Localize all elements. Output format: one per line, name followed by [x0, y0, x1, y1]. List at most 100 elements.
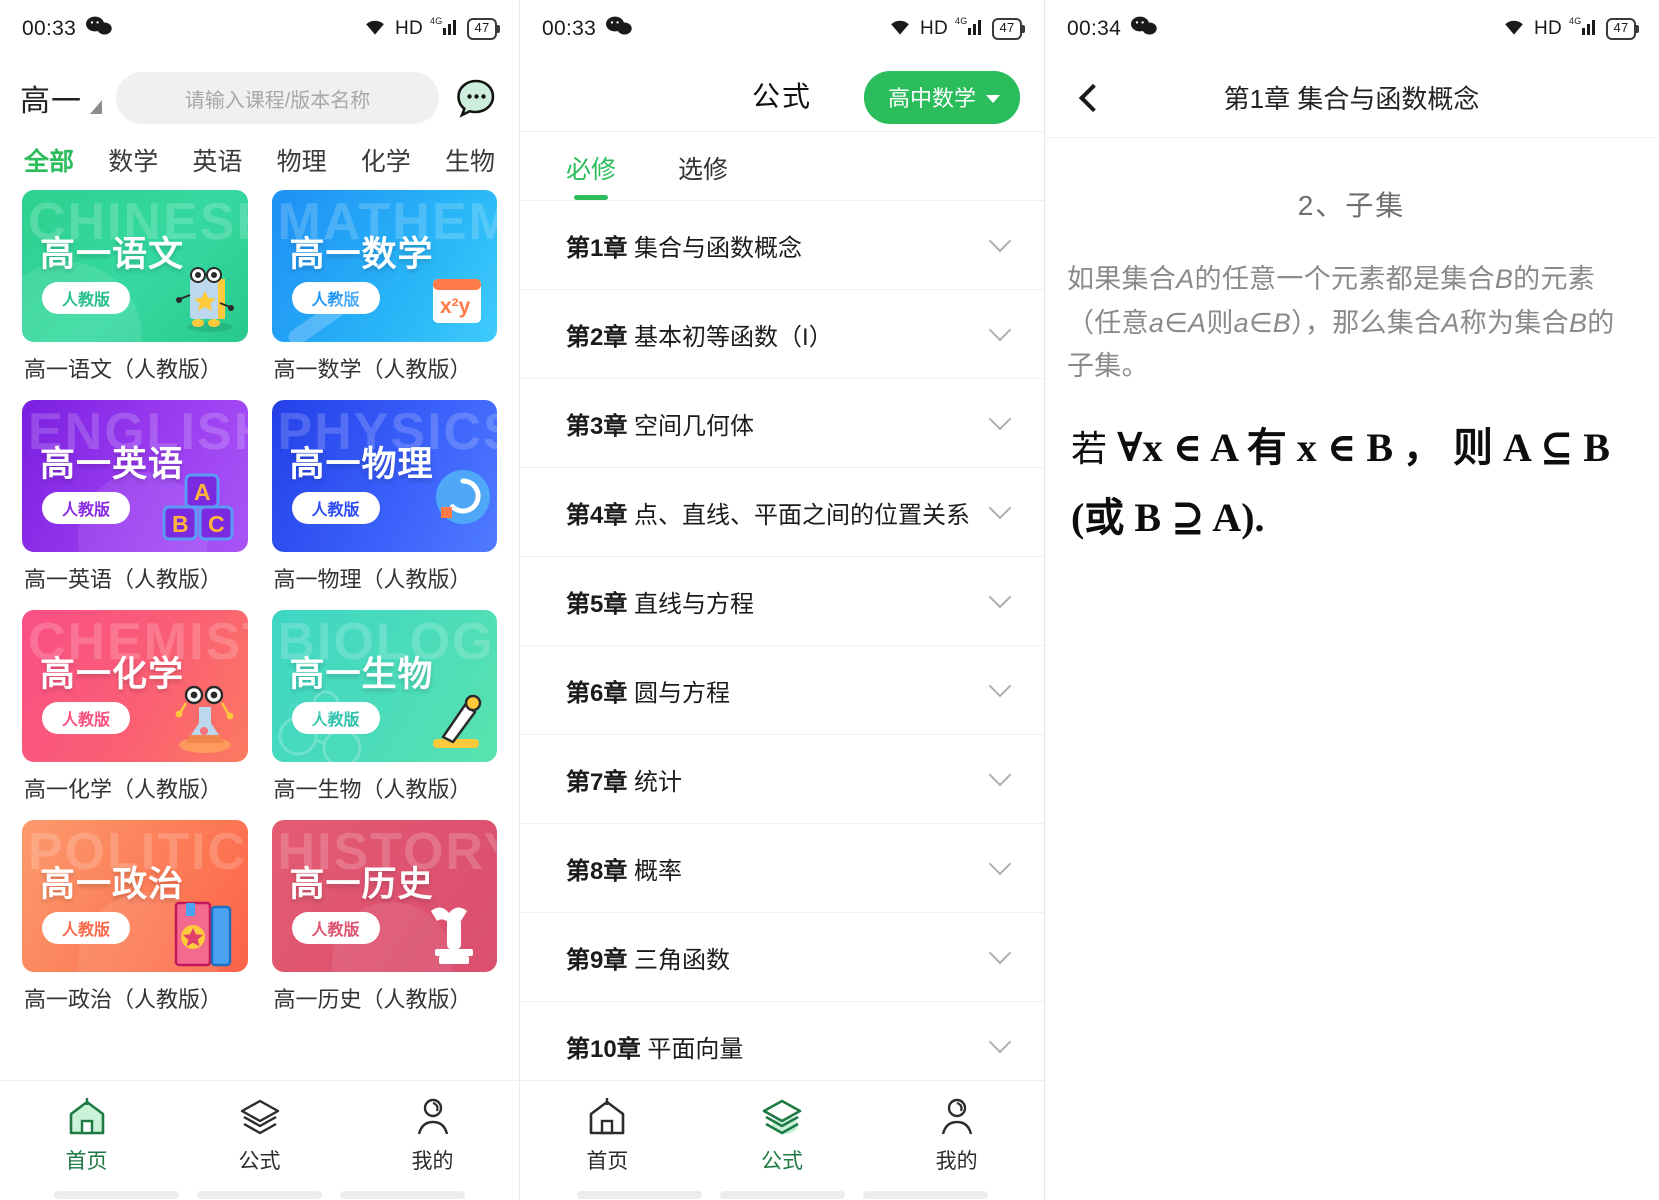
- status-bar-home: 00:33 HD 4G 47: [0, 0, 519, 58]
- nav-label: 首页: [65, 1150, 108, 1173]
- subject-tab-chemistry[interactable]: 化学: [361, 142, 411, 178]
- signal-icon: 4G: [430, 15, 460, 43]
- chat-bubble-icon[interactable]: [453, 75, 499, 121]
- course-card[interactable]: PHYSICS 高一物理 人教版 高一物理（人教版）: [271, 400, 497, 594]
- home-header: 高一 请输入课程/版本名称: [0, 58, 519, 134]
- course-caption: 高一化学（人教版）: [24, 777, 223, 802]
- battery-indicator: 47: [467, 18, 500, 40]
- nav-item-mine[interactable]: 我的: [346, 1095, 519, 1175]
- chevron-down-icon: [988, 763, 1012, 787]
- screen-home: 00:33 HD 4G 47 高一 请输入课程/版本名称 全部 数学 英语 物理…: [0, 0, 520, 1200]
- status-bar-detail: 00:34 HD 4G 47: [1045, 0, 1658, 58]
- subject-tab-english[interactable]: 英语: [192, 142, 242, 178]
- chapter-label: 第7章 统计: [566, 768, 683, 796]
- search-placeholder: 请输入课程/版本名称: [184, 89, 371, 112]
- chapter-row[interactable]: 第6章 圆与方程: [520, 646, 1044, 735]
- layers-icon: [238, 1095, 282, 1139]
- nav-label: 公式: [761, 1150, 803, 1173]
- subject-tab-biology[interactable]: 生物: [445, 142, 495, 178]
- three-screenshot-strip: 00:33 HD 4G 47 高一 请输入课程/版本名称 全部 数学 英语 物理…: [0, 0, 1659, 1200]
- chapter-row[interactable]: 第8章 概率: [520, 824, 1044, 913]
- course-card[interactable]: POLITICS 高一政治 人教版 高一政治（人教版）: [22, 820, 248, 1014]
- svg-text:B: B: [172, 511, 189, 537]
- nav-item-formula[interactable]: 公式: [173, 1095, 346, 1175]
- chapter-label: 第9章 三角函数: [566, 946, 731, 974]
- course-card[interactable]: CHEMISTRY 高一化学 人教版: [22, 610, 248, 804]
- chevron-down-icon: [988, 1030, 1012, 1054]
- chapter-row[interactable]: 第4章 点、直线、平面之间的位置关系: [520, 468, 1044, 557]
- nav-item-mine[interactable]: 我的: [869, 1095, 1044, 1175]
- formula-image: 若 ∀x ∈ A 有 x ∈ B ， 则 A ⊆ B (或 B ⊇ A).: [1045, 389, 1658, 553]
- wechat-icon: [86, 16, 112, 42]
- subject-dropdown[interactable]: 高中数学: [863, 71, 1020, 124]
- bottom-nav-home: 首页 公式 我的: [0, 1080, 519, 1200]
- course-card-grid: CHINESE 高一语文 人教版: [0, 190, 519, 1014]
- course-card[interactable]: CHINESE 高一语文 人教版: [22, 190, 248, 384]
- course-caption: 高一生物（人教版）: [273, 777, 472, 802]
- chevron-down-icon: [988, 941, 1012, 965]
- chevron-down-icon: [988, 496, 1012, 520]
- course-title: 高一历史: [289, 865, 434, 904]
- chapter-row[interactable]: 第2章 基本初等函数（I）: [520, 290, 1044, 379]
- chapter-row[interactable]: 第5章 直线与方程: [520, 557, 1044, 646]
- chapter-label: 第2章 基本初等函数（I）: [566, 323, 833, 351]
- svg-text:4G: 4G: [430, 16, 443, 26]
- svg-text:4G: 4G: [955, 16, 968, 26]
- tab-required[interactable]: 必修: [566, 150, 616, 200]
- chapter-label: 第4章 点、直线、平面之间的位置关系: [566, 501, 971, 529]
- course-card[interactable]: BIOLOGY 高一生物 人教版: [271, 610, 497, 804]
- statue-icon: [417, 893, 491, 972]
- page-title: 第1章 集合与函数概念: [1223, 84, 1480, 114]
- subject-tab-all[interactable]: 全部: [24, 142, 74, 178]
- chevron-down-icon: [986, 94, 1000, 103]
- chapter-row[interactable]: 第1章 集合与函数概念: [520, 201, 1044, 290]
- tab-elective[interactable]: 选修: [678, 150, 728, 200]
- course-caption: 高一政治（人教版）: [24, 987, 223, 1012]
- formula-header: 公式 高中数学: [520, 58, 1044, 132]
- course-card[interactable]: MATHEMATICS 高一数学 人教版 x²y 高一数学（人教版）: [271, 190, 497, 384]
- nav-item-formula[interactable]: 公式: [695, 1095, 870, 1175]
- chevron-down-icon: [988, 407, 1012, 431]
- def-var-b: B: [1494, 264, 1514, 294]
- user-icon: [411, 1095, 455, 1139]
- search-input[interactable]: 请输入课程/版本名称: [116, 72, 439, 124]
- def-var-a: A: [1176, 264, 1195, 294]
- subject-tab-physics[interactable]: 物理: [277, 142, 327, 178]
- wechat-icon: [1131, 16, 1157, 42]
- status-time: 00:33: [22, 17, 77, 40]
- def-expr-a-in-B: a∈B: [1233, 307, 1292, 338]
- chapter-row[interactable]: 第10章 平面向量: [520, 1002, 1044, 1091]
- book-mascot-icon: [175, 257, 238, 338]
- subject-tab-math[interactable]: 数学: [108, 142, 158, 178]
- layers-icon: [760, 1095, 804, 1139]
- grade-selector[interactable]: 高一: [20, 76, 102, 120]
- chapter-row[interactable]: 第3章 空间几何体: [520, 379, 1044, 468]
- wechat-icon: [606, 16, 632, 42]
- subject-tab-bar: 全部 数学 英语 物理 化学 生物: [0, 134, 519, 190]
- course-card[interactable]: HISTORY 高一历史 人教版 高一历史（人教版）: [271, 820, 497, 1014]
- definition-text: 如果集合A的任意一个元素都是集合B的元素（任意a∈A则a∈B），那么集合A称为集…: [1045, 224, 1658, 389]
- course-thumbnail: MATHEMATICS 高一数学 人教版 x²y: [271, 190, 497, 342]
- chevron-down-icon: [90, 100, 102, 114]
- course-thumbnail: POLITICS 高一政治 人教版: [22, 820, 248, 972]
- course-thumbnail: BIOLOGY 高一生物 人教版: [271, 610, 497, 762]
- status-indicators: HD 4G 47: [362, 15, 500, 43]
- svg-text:4G: 4G: [1569, 16, 1582, 26]
- status-indicators: HD 4G 47: [1501, 15, 1639, 43]
- screen-formula-list: 00:33 HD 4G 47 公式 高中数学 必修 选修 第1章 集合与函数概念…: [520, 0, 1045, 1200]
- course-thumbnail: CHEMISTRY 高一化学 人教版: [22, 610, 248, 762]
- nav-label: 我的: [935, 1150, 978, 1173]
- course-type-tabs: 必修 选修: [520, 132, 1044, 200]
- chapter-row[interactable]: 第9章 三角函数: [520, 913, 1044, 1002]
- def-seg: 称为集合: [1459, 307, 1569, 338]
- chapter-row[interactable]: 第7章 统计: [520, 735, 1044, 824]
- def-seg: 则: [1206, 307, 1234, 338]
- nav-item-home[interactable]: 首页: [0, 1095, 173, 1175]
- nav-item-home[interactable]: 首页: [520, 1095, 695, 1175]
- course-caption: 高一语文（人教版）: [24, 357, 223, 382]
- course-thumbnail: CHINESE 高一语文 人教版: [22, 190, 248, 342]
- course-card[interactable]: ENGLISH 高一英语 人教版 A B C 高一英语（: [22, 400, 248, 594]
- formula-main: ∀x ∈ A 有 x ∈ B ， 则 A ⊆ B: [1117, 425, 1610, 471]
- back-button[interactable]: [1063, 71, 1117, 125]
- course-edition-badge: 人教版: [42, 702, 131, 734]
